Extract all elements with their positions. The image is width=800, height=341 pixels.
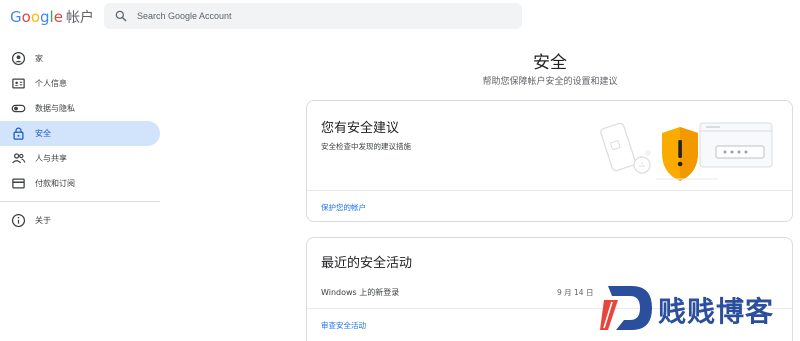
header: Google 帐户 xyxy=(0,0,800,34)
card-title: 您有安全建议 xyxy=(321,121,400,136)
sidebar-item-payments[interactable]: 付款和订阅 xyxy=(0,171,160,196)
person-circle-icon xyxy=(11,51,26,66)
logo-letter: o xyxy=(21,8,31,26)
logo-letter: G xyxy=(10,8,22,26)
sidebar-item-label: 关于 xyxy=(35,216,51,225)
card-title: 最近的安全活动 xyxy=(321,256,413,271)
people-icon xyxy=(12,153,26,164)
sidebar-item-people-sharing[interactable]: 人与共享 xyxy=(0,146,160,171)
sidebar-item-label: 数据与隐私 xyxy=(35,104,75,113)
logo-letter: o xyxy=(30,8,40,26)
watermark-logo-icon xyxy=(600,286,652,330)
card-divider xyxy=(307,190,792,191)
lock-icon xyxy=(13,127,24,140)
sidebar-divider xyxy=(0,201,160,202)
page-subtitle: 帮助您保障帐户安全的设置和建议 xyxy=(482,77,618,87)
id-card-icon xyxy=(12,78,25,89)
sidebar-item-label: 付款和订阅 xyxy=(35,179,75,188)
activity-event: Windows 上的新登录 xyxy=(321,288,400,297)
sidebar-item-personal-info[interactable]: 个人信息 xyxy=(0,71,160,96)
sidebar-item-label: 人与共享 xyxy=(35,154,67,163)
watermark-text: 贱贱博客 xyxy=(658,295,775,328)
search-input[interactable] xyxy=(137,3,507,29)
sidebar-item-data-privacy[interactable]: 数据与隐私 xyxy=(0,96,160,121)
google-account-logo[interactable]: Google 帐户 xyxy=(10,8,94,27)
security-recommendations-card[interactable]: 您有安全建议 安全检查中发现的建议措施 保护您的帐户 xyxy=(306,100,793,222)
search-icon[interactable] xyxy=(114,9,128,23)
activity-date: 9 月 14 日 xyxy=(557,288,594,297)
sidebar-item-label: 安全 xyxy=(35,129,51,138)
info-icon xyxy=(11,213,26,228)
shield-warning-illustration xyxy=(600,122,773,181)
page-title: 安全 xyxy=(533,53,567,73)
sidebar-item-label: 家 xyxy=(35,54,43,63)
sidebar-item-home[interactable]: 家 xyxy=(0,46,160,71)
protect-account-link[interactable]: 保护您的帐户 xyxy=(321,202,366,213)
sidebar-item-security[interactable]: 安全 xyxy=(0,121,160,146)
sidebar-item-label: 个人信息 xyxy=(35,79,67,88)
logo-letter: g xyxy=(40,8,50,26)
sidebar-item-about[interactable]: 关于 xyxy=(0,208,160,233)
review-security-activity-link[interactable]: 审查安全活动 xyxy=(321,320,366,331)
credit-card-icon xyxy=(12,178,25,189)
card-description: 安全检查中发现的建议措施 xyxy=(321,142,411,151)
search-bar[interactable] xyxy=(104,3,522,29)
toggle-icon xyxy=(11,104,26,113)
sidebar-nav: 家 个人信息 数据与隐私 安全 人与共享 付款和订阅 关于 xyxy=(0,46,162,233)
logo-letter: e xyxy=(53,8,63,26)
blog-watermark: 贱贱博客 xyxy=(598,282,800,334)
product-name: 帐户 xyxy=(65,10,94,26)
